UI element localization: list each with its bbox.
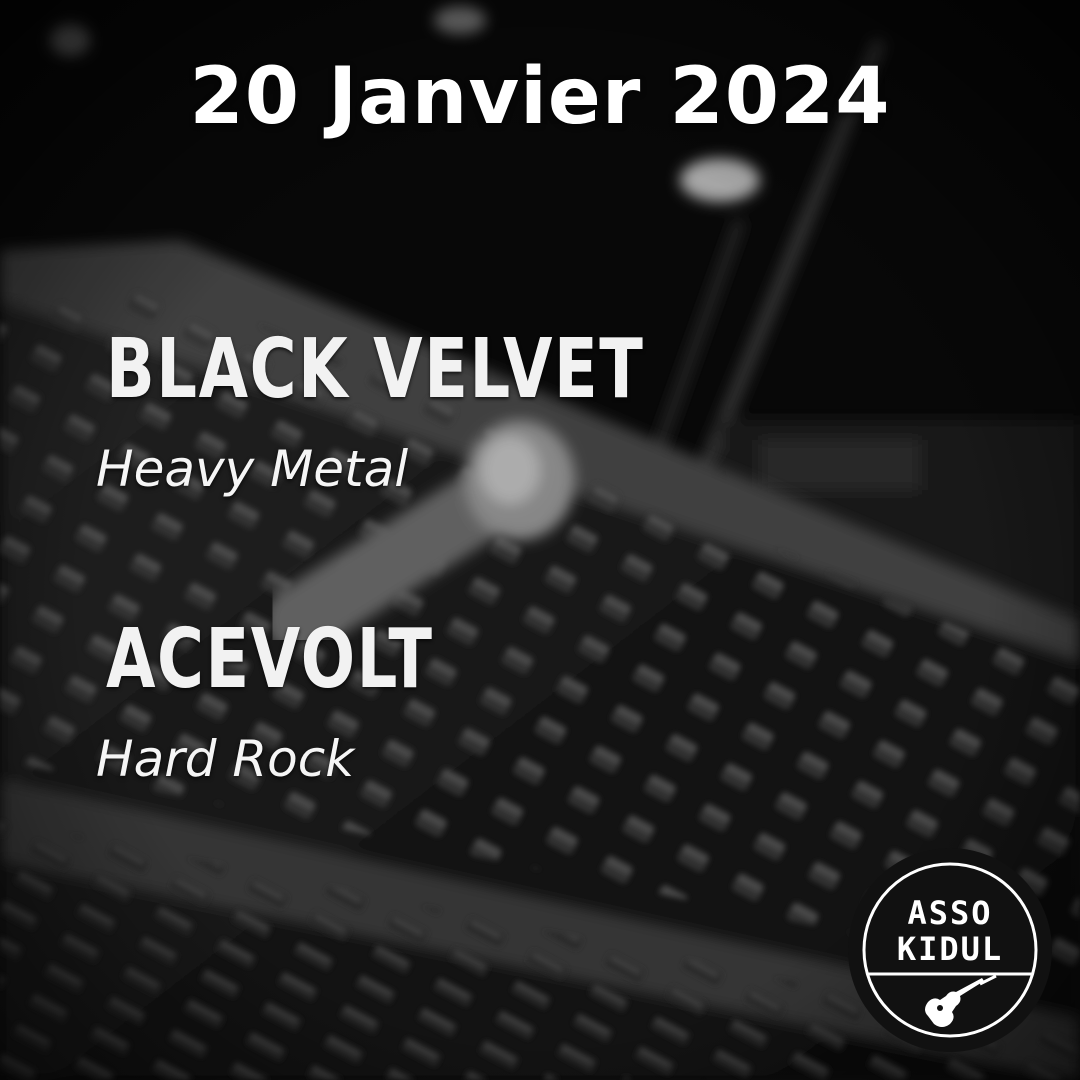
event-date: 20 Janvier 2024: [189, 52, 891, 142]
band-name: ACEVOLT: [106, 612, 434, 707]
band-genre: Heavy Metal: [96, 440, 409, 498]
event-poster: 20 Janvier 2024 BLACK VELVET Heavy Metal…: [0, 0, 1080, 1080]
logo-line-2: KIDUL: [896, 930, 1004, 968]
logo-line-1: ASSO: [907, 894, 993, 932]
band-genre: Hard Rock: [96, 730, 355, 788]
asso-kidul-logo: ASSO KIDUL: [846, 846, 1054, 1054]
band-name: BLACK VELVET: [106, 322, 645, 417]
